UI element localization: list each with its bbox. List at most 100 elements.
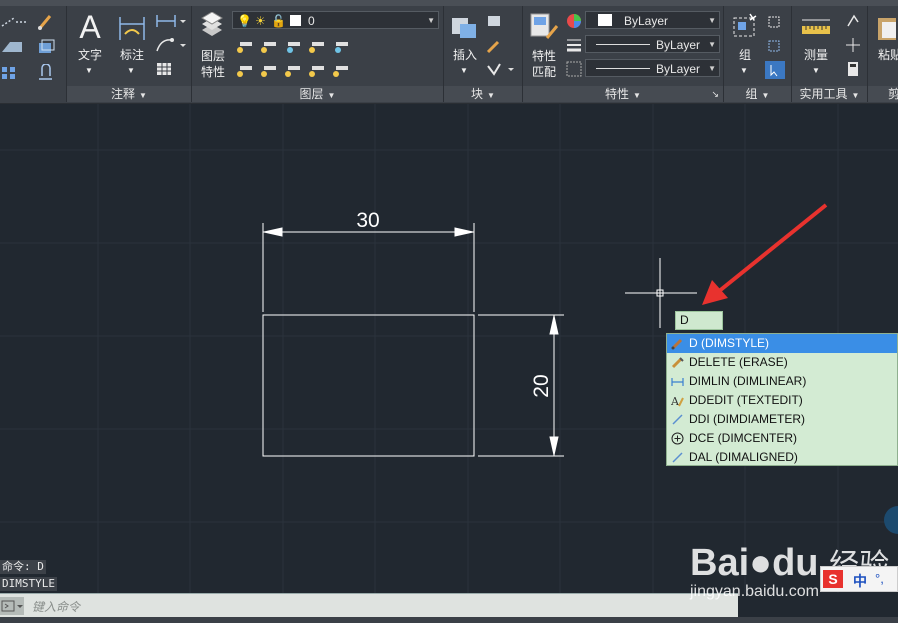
measure-icon[interactable] bbox=[800, 14, 832, 40]
match-properties-icon[interactable] bbox=[529, 12, 559, 42]
text-large-icon[interactable]: A bbox=[75, 10, 105, 44]
measure-dropdown-icon[interactable]: ▼ bbox=[812, 64, 820, 78]
line-icon[interactable] bbox=[0, 14, 30, 30]
brush-icon[interactable] bbox=[36, 12, 56, 32]
lineweight-value: ByLayer bbox=[656, 62, 701, 76]
ime-toolbar[interactable]: S 中 °, bbox=[820, 566, 898, 592]
dimension-icon[interactable] bbox=[117, 14, 147, 44]
group-select-icon[interactable] bbox=[764, 60, 786, 80]
ime-mode-label[interactable]: 中 bbox=[853, 571, 867, 591]
paste-label[interactable]: 粘贴 bbox=[878, 48, 898, 62]
leader-icon[interactable] bbox=[155, 36, 187, 54]
dimension-button-label[interactable]: 标注 bbox=[115, 48, 149, 62]
layer-name: 0 bbox=[308, 14, 315, 28]
color-value: ByLayer bbox=[624, 14, 669, 28]
command-history-line-1: 命令: D bbox=[0, 560, 46, 574]
ime-punct-icon[interactable]: °, bbox=[875, 571, 884, 586]
group-edit-icon[interactable] bbox=[766, 38, 784, 54]
sun-icon[interactable]: ☀ bbox=[255, 12, 266, 30]
lineweight-icon[interactable] bbox=[565, 36, 583, 54]
linetype-combo[interactable]: ByLayer ▼ bbox=[585, 35, 720, 53]
dim-text-vertical[interactable]: 20 bbox=[530, 374, 553, 397]
calculator-icon[interactable] bbox=[844, 60, 862, 78]
text-button-label[interactable]: 文字 bbox=[73, 48, 107, 62]
offset-icon[interactable] bbox=[36, 64, 56, 82]
command-autocomplete-input[interactable]: D bbox=[675, 311, 723, 330]
insert-label[interactable]: 插入 bbox=[448, 48, 482, 62]
transparency-icon[interactable] bbox=[565, 60, 583, 78]
linear-dim-icon[interactable] bbox=[155, 12, 187, 30]
layer-combo[interactable]: 💡 ☀ 🔓 0 ▼ bbox=[232, 11, 439, 29]
panel-title-layers[interactable]: 图层 ▼ bbox=[192, 86, 443, 102]
lock-icon[interactable]: 🔓 bbox=[271, 12, 286, 30]
solid-icon[interactable] bbox=[36, 38, 56, 56]
group-dropdown-icon[interactable]: ▼ bbox=[740, 64, 748, 78]
paste-icon[interactable] bbox=[876, 12, 898, 42]
suggestion-item[interactable]: DCE (DIMCENTER) bbox=[667, 429, 897, 448]
panel-title-block[interactable]: 块 ▼ bbox=[444, 86, 522, 102]
measure-label[interactable]: 测量 bbox=[798, 48, 834, 62]
match-label-2[interactable]: 匹配 bbox=[525, 65, 563, 79]
suggestion-item[interactable]: D (DIMSTYLE) bbox=[667, 334, 897, 353]
group-label[interactable]: 组 bbox=[728, 48, 762, 62]
color-swatch bbox=[598, 14, 612, 26]
dim-text-horizontal[interactable]: 30 bbox=[356, 209, 379, 232]
panel-title-properties[interactable]: 特性 ▼ ↘ bbox=[523, 86, 723, 102]
command-history-line-2: DIMSTYLE bbox=[0, 577, 57, 591]
panel-title-group[interactable]: 组 ▼ bbox=[724, 86, 791, 102]
dimdiameter-icon bbox=[672, 414, 683, 425]
panel-draw-partial bbox=[0, 6, 67, 102]
linetype-combo-dropdown-icon[interactable]: ▼ bbox=[708, 36, 716, 54]
text-dropdown-icon[interactable]: ▼ bbox=[85, 64, 93, 78]
textedit-icon: A bbox=[671, 395, 684, 407]
quick-select-icon[interactable] bbox=[844, 12, 862, 30]
suggestion-label: DDI (DIMDIAMETER) bbox=[689, 412, 805, 426]
suggestion-item[interactable]: DELETE (ERASE) bbox=[667, 353, 897, 372]
command-input-placeholder[interactable]: 键入命令 bbox=[32, 598, 80, 615]
panel-clipboard-partial: 粘贴 剪 bbox=[868, 6, 898, 102]
baidu-watermark-url: jingyan.baidu.com bbox=[690, 583, 819, 600]
color-combo-dropdown-icon[interactable]: ▼ bbox=[708, 12, 716, 30]
command-prompt-icon[interactable] bbox=[0, 597, 24, 615]
group-icon[interactable] bbox=[730, 12, 760, 42]
layer-props-label-1[interactable]: 图层 bbox=[194, 49, 232, 63]
navigation-wheel-icon[interactable] bbox=[884, 506, 898, 534]
dimaligned-icon bbox=[672, 452, 683, 463]
lineweight-combo[interactable]: ByLayer ▼ bbox=[585, 59, 720, 77]
ungroup-icon[interactable] bbox=[766, 14, 784, 30]
linetype-preview bbox=[596, 44, 650, 45]
insert-dropdown-icon[interactable]: ▼ bbox=[460, 64, 468, 78]
suggestion-item[interactable]: DAL (DIMALIGNED) bbox=[667, 448, 897, 467]
match-label-1[interactable]: 特性 bbox=[525, 49, 563, 63]
suggestion-item[interactable]: A DDEDIT (TEXTEDIT) bbox=[667, 391, 897, 410]
panel-title-clipboard[interactable]: 剪 bbox=[868, 86, 898, 102]
lightbulb-icon[interactable]: 💡 bbox=[237, 12, 252, 30]
shape-icon[interactable] bbox=[0, 38, 26, 54]
color-wheel-icon[interactable] bbox=[565, 12, 583, 30]
edit-block-icon[interactable] bbox=[486, 38, 504, 54]
lineweight-combo-dropdown-icon[interactable]: ▼ bbox=[708, 60, 716, 78]
create-block-icon[interactable] bbox=[486, 14, 504, 30]
attribute-icon[interactable] bbox=[486, 62, 516, 78]
point-id-icon[interactable] bbox=[844, 36, 862, 54]
dimension-dropdown-icon[interactable]: ▼ bbox=[127, 64, 135, 78]
insert-block-icon[interactable] bbox=[450, 12, 480, 42]
layer-props-label-2[interactable]: 特性 bbox=[194, 65, 232, 79]
panel-title-annotation[interactable]: 注释 ▼ bbox=[67, 86, 191, 102]
layer-combo-dropdown-icon[interactable]: ▼ bbox=[427, 12, 435, 30]
status-bar bbox=[0, 617, 898, 623]
layer-properties-icon[interactable] bbox=[198, 12, 226, 38]
panel-title-utilities[interactable]: 实用工具 ▼ bbox=[792, 86, 867, 102]
horizontal-dimension[interactable] bbox=[262, 223, 475, 312]
color-combo[interactable]: ByLayer ▼ bbox=[585, 11, 720, 29]
command-line[interactable]: 键入命令 bbox=[0, 593, 738, 618]
table-icon[interactable] bbox=[155, 60, 175, 78]
panel-launcher-icon[interactable]: ↘ bbox=[711, 86, 719, 102]
dimlinear-icon bbox=[671, 378, 684, 386]
panel-utilities: 测量 ▼ 实用工具 ▼ bbox=[792, 6, 868, 102]
suggestion-item[interactable]: DIMLIN (DIMLINEAR) bbox=[667, 372, 897, 391]
sogou-logo-icon[interactable]: S bbox=[823, 570, 843, 588]
linetype-value: ByLayer bbox=[656, 38, 701, 52]
array-icon[interactable] bbox=[0, 64, 26, 82]
suggestion-item[interactable]: DDI (DIMDIAMETER) bbox=[667, 410, 897, 429]
